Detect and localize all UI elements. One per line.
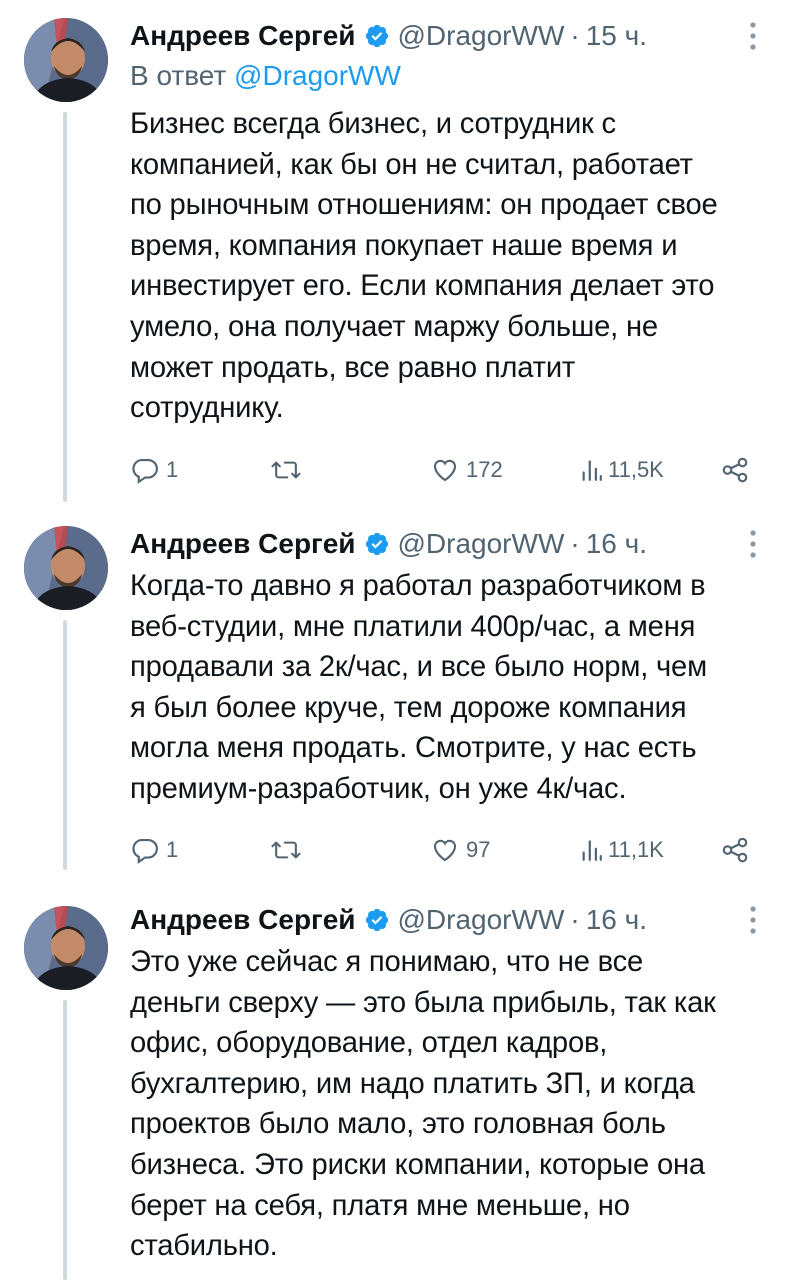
tweet-actions: 1 97 11,1K: [130, 830, 760, 870]
share-button[interactable]: [720, 450, 750, 490]
tweet-text-line: я был более круче, тем дороже компания: [130, 691, 687, 724]
tweet-text: Бизнес всегда бизнес, и сотрудник с комп…: [130, 104, 770, 429]
tweet-thread: Андреев Сергей @DragorWW · 15 ч. В ответ…: [0, 0, 798, 1280]
thread-connector-line: [63, 112, 67, 502]
verified-badge-icon: [364, 531, 390, 557]
tweet-text-line: Бизнес всегда бизнес, и сотрудник с: [130, 108, 616, 140]
reply-count: 1: [166, 837, 179, 862]
verified-badge-icon: [364, 23, 390, 49]
tweet-text-line: сотруднику.: [130, 392, 284, 425]
share-button[interactable]: [720, 830, 750, 870]
avatar[interactable]: [24, 906, 108, 990]
tweet-text-line: стабильно.: [130, 1230, 278, 1263]
author-name[interactable]: Андреев Сергей: [130, 528, 356, 560]
author-name[interactable]: Андреев Сергей: [130, 20, 356, 52]
more-vertical-icon[interactable]: [738, 524, 768, 564]
views-count: 11,5K: [608, 457, 664, 482]
reply-context: В ответ @DragorWW: [130, 60, 401, 92]
author-handle[interactable]: @DragorWW: [398, 528, 565, 560]
tweet-actions: 1 172 11,5K: [130, 450, 760, 490]
tweet-text-line: продавали за 2к/час, и все было норм, че…: [130, 651, 707, 684]
tweet-text-line: премиум-разработчик, он уже 4к/час.: [130, 772, 627, 805]
tweet-text-line: время, компания покупает наше время и: [130, 229, 678, 262]
separator-dot: ·: [570, 20, 580, 51]
like-button[interactable]: 97: [430, 830, 490, 870]
tweet-timestamp[interactable]: 15 ч.: [586, 20, 647, 52]
tweet-text-line: проектов было мало, это головная боль: [130, 1108, 666, 1141]
retweet-icon: [271, 461, 301, 479]
tweet-timestamp[interactable]: 16 ч.: [586, 904, 647, 936]
like-count: 97: [466, 837, 491, 862]
tweet-text-line: по рыночным отношениям: он продает свое: [130, 189, 718, 222]
tweet-text-line: могла меня продать. Смотрите, у нас есть: [130, 732, 697, 765]
avatar[interactable]: [24, 18, 108, 102]
views-icon: [582, 460, 602, 481]
reply-button[interactable]: 1: [130, 450, 178, 490]
tweet-text-line: Когда-то давно я работал разработчиком в: [130, 570, 706, 602]
like-button[interactable]: 172: [430, 450, 503, 490]
author-handle[interactable]: @DragorWW: [398, 20, 565, 52]
retweet-button[interactable]: [270, 830, 308, 870]
like-count: 172: [466, 457, 503, 482]
reply-icon: [132, 458, 158, 484]
reply-count: 1: [166, 457, 179, 482]
reply-mention-link[interactable]: @DragorWW: [234, 60, 401, 91]
heart-icon: [433, 459, 457, 482]
tweet[interactable]: Андреев Сергей @DragorWW · 16 ч. Это уже…: [0, 870, 798, 1280]
more-vertical-icon[interactable]: [738, 16, 768, 56]
avatar[interactable]: [24, 526, 108, 610]
reply-prefix: В ответ: [130, 60, 227, 91]
author-handle[interactable]: @DragorWW: [398, 904, 565, 936]
tweet[interactable]: Андреев Сергей @DragorWW · 16 ч. Когда-т…: [0, 502, 798, 870]
tweet-text-line: берет на себя, платя мне меньше, но: [130, 1189, 630, 1222]
tweet-text-line: может продать, все равно платит: [130, 351, 576, 384]
tweet-text-line: бухгалтерию, им надо платить ЗП, и когда: [130, 1067, 695, 1100]
views-button[interactable]: 11,1K: [580, 830, 664, 870]
tweet-header: Андреев Сергей @DragorWW · 16 ч.: [130, 900, 768, 940]
tweet-text: Это уже сейчас я понимаю, что не все ден…: [130, 942, 770, 1267]
views-icon: [582, 840, 602, 861]
more-vertical-icon[interactable]: [738, 900, 768, 940]
author-name[interactable]: Андреев Сергей: [130, 904, 356, 936]
retweet-icon: [271, 841, 301, 859]
heart-icon: [433, 839, 457, 862]
separator-dot: ·: [570, 528, 580, 559]
separator-dot: ·: [570, 904, 580, 935]
tweet-timestamp[interactable]: 16 ч.: [586, 528, 647, 560]
tweet-text: Когда-то давно я работал разработчиком в…: [130, 566, 770, 810]
tweet-text-line: офис, оборудование, отдел кадров,: [130, 1027, 608, 1060]
tweet-text-line: умело, она получает маржу больше, не: [130, 310, 658, 343]
tweet-text-line: Это уже сейчас я понимаю, что не все: [130, 946, 644, 978]
verified-badge-icon: [364, 907, 390, 933]
share-icon: [722, 837, 748, 863]
reply-button[interactable]: 1: [130, 830, 178, 870]
tweet-text-line: инвестирует его. Если компания делает эт…: [130, 270, 715, 303]
views-button[interactable]: 11,5K: [580, 450, 664, 490]
views-count: 11,1K: [608, 837, 664, 862]
tweet-text-line: компанией, как бы он не считал, работает: [130, 148, 693, 181]
tweet-text-line: деньги сверху — это была прибыль, так ка…: [130, 986, 716, 1019]
thread-connector-line: [63, 1000, 67, 1280]
reply-icon: [132, 838, 158, 864]
retweet-button[interactable]: [270, 450, 308, 490]
share-icon: [722, 457, 748, 483]
tweet-header: Андреев Сергей @DragorWW · 15 ч.: [130, 16, 768, 56]
tweet-text-line: веб-студии, мне платили 400р/час, а меня: [130, 610, 696, 643]
tweet[interactable]: Андреев Сергей @DragorWW · 15 ч. В ответ…: [0, 0, 798, 502]
tweet-header: Андреев Сергей @DragorWW · 16 ч.: [130, 524, 768, 564]
tweet-text-line: бизнеса. Это риски компании, которые она: [130, 1148, 705, 1181]
thread-connector-line: [63, 620, 67, 870]
